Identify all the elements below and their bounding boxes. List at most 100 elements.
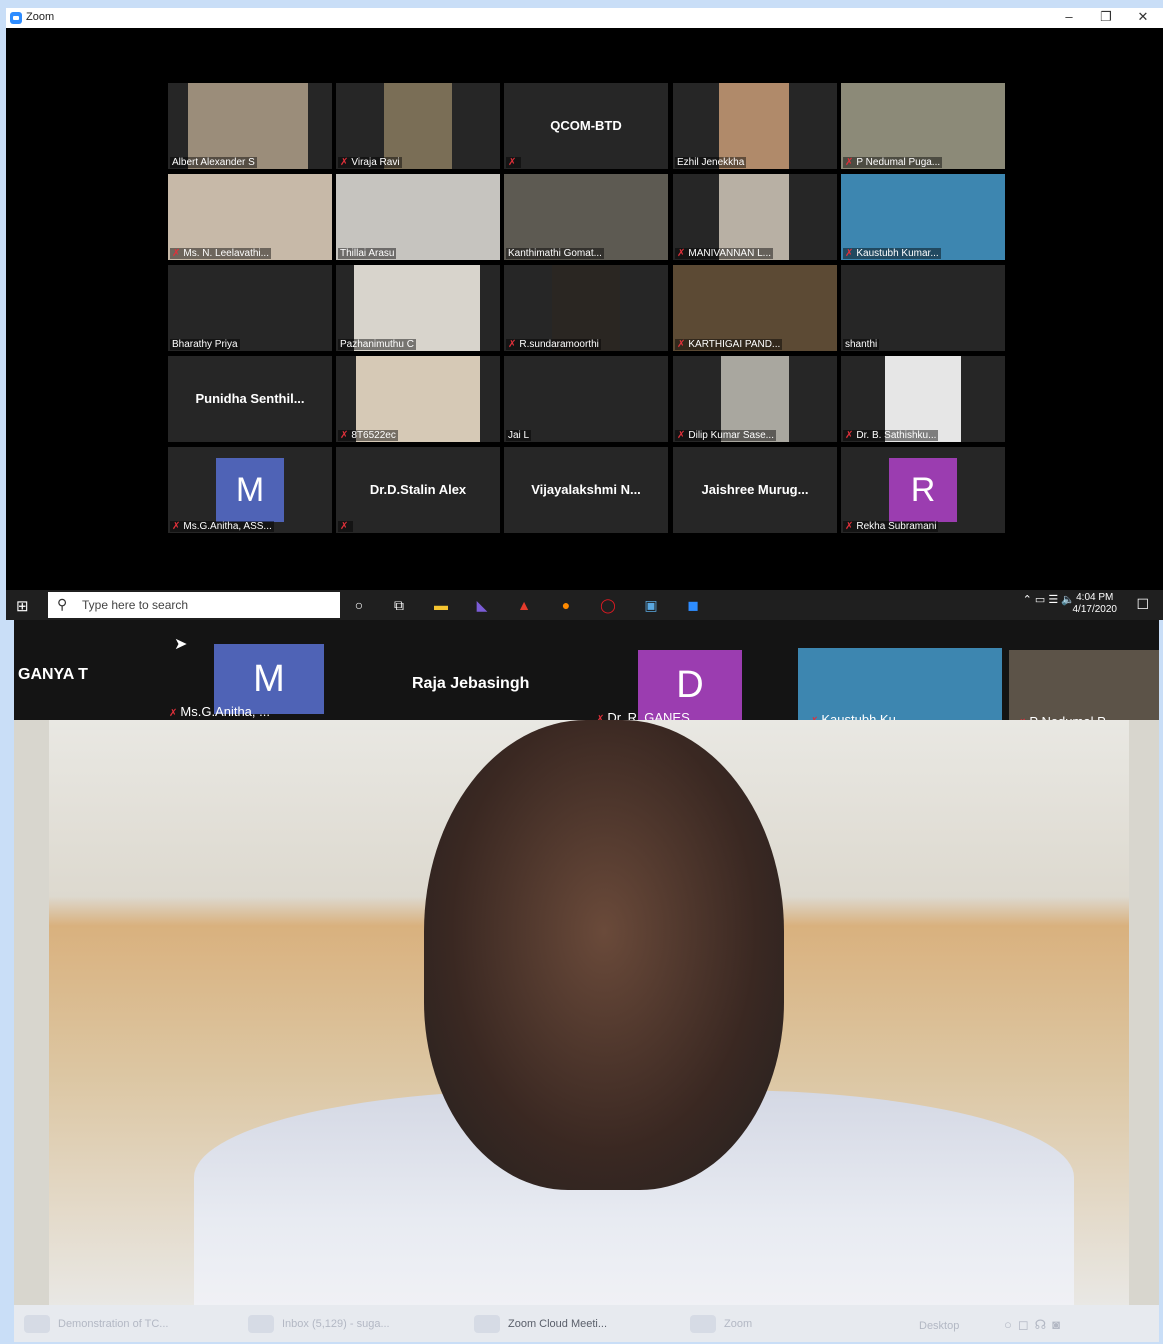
participant-tile[interactable]: Ezhil Jenekkha	[673, 83, 837, 169]
muted-mic-icon: ✗	[340, 157, 349, 168]
participant-tile[interactable]: Dr.D.Stalin Alex ✗	[336, 447, 500, 533]
muted-mic-icon: ✗	[508, 157, 517, 168]
taskbar-search-input[interactable]: ⚲ Type here to search	[48, 592, 340, 618]
speaker-view-photo: GANYA T M ✗ Ms.G.Anitha, ... Raja Jebasin…	[14, 620, 1159, 1308]
search-icon: ⚲	[57, 596, 68, 612]
participant-name-center: Punidha Senthil...	[195, 391, 305, 406]
muted-mic-icon: ✗	[845, 430, 854, 441]
muted-mic-icon: ✗	[172, 521, 181, 532]
participant-label: Jai L	[506, 430, 532, 441]
app-icon	[24, 1315, 50, 1333]
participant-label: ✗ Ms. N. Leelavathi...	[170, 248, 271, 259]
windows-taskbar: ⊞ ⚲ Type here to search ○ ⧉ ▬ ◣ ▲ ● ◯ ▣ …	[6, 590, 1163, 620]
participant-tile[interactable]: ✗ R.sundaramoorthi	[504, 265, 668, 351]
participant-label: ✗ 8T6522ec	[338, 430, 398, 441]
app-icon[interactable]: ▣	[641, 595, 661, 615]
strip-name-raja: Raja Jebasingh	[412, 675, 530, 692]
cortana-icon[interactable]: ○	[349, 595, 369, 615]
strip-label-anitha: ✗ Ms.G.Anitha, ...	[169, 704, 270, 719]
participant-tile[interactable]: Pazhanimuthu C	[336, 265, 500, 351]
participant-name-center: Jaishree Murug...	[701, 482, 809, 497]
participant-avatar: M	[216, 458, 284, 522]
muted-mic-icon: ✗	[169, 708, 178, 719]
firefox-icon[interactable]: ●	[556, 595, 576, 615]
system-tray-icons[interactable]: ⌃ ▭ ☰ 🔈	[1023, 593, 1075, 606]
participant-label: Albert Alexander S	[170, 157, 257, 168]
muted-mic-icon: ✗	[172, 248, 181, 259]
participant-name-center: Vijayalakshmi N...	[531, 482, 641, 497]
muted-mic-icon: ✗	[845, 248, 854, 259]
strip-video-nedumal	[1009, 650, 1159, 720]
participant-tile[interactable]: Jaishree Murug...	[673, 447, 837, 533]
photo-taskbar-item: Zoom Cloud Meeti...	[468, 1312, 673, 1336]
participant-tile[interactable]: Vijayalakshmi N...	[504, 447, 668, 533]
participant-tile[interactable]: ✗ 8T6522ec	[336, 356, 500, 442]
participant-name-center: Dr.D.Stalin Alex	[369, 482, 467, 497]
participant-label: ✗ Rekha Subramani	[843, 521, 939, 532]
participant-tile[interactable]: ✗ MANIVANNAN L...	[673, 174, 837, 260]
photo-taskbar: Demonstration of TC... Inbox (5,129) - su…	[14, 1305, 1159, 1342]
notification-icon[interactable]: ☐	[1136, 596, 1149, 613]
participant-label: Bharathy Priya	[170, 339, 240, 350]
participant-label: ✗ P Nedumal Puga...	[843, 157, 943, 168]
muted-mic-icon: ✗	[677, 430, 686, 441]
participant-label: Kanthimathi Gomat...	[506, 248, 604, 259]
task-view-icon[interactable]: ⧉	[389, 595, 409, 615]
participant-strip: GANYA T M ✗ Ms.G.Anitha, ... Raja Jebasin…	[14, 620, 1159, 729]
photo-tray-icons: ○◻☊◙	[1004, 1317, 1067, 1332]
window-title: Zoom	[26, 11, 55, 23]
participant-tile[interactable]: M ✗ Ms.G.Anitha, ASS...	[168, 447, 332, 533]
participant-label: ✗ Viraja Ravi	[338, 157, 402, 168]
participant-tile[interactable]: ✗ P Nedumal Puga...	[841, 83, 1005, 169]
participant-tile[interactable]: ✗ KARTHIGAI PAND...	[673, 265, 837, 351]
participant-tile[interactable]: ✗ Kaustubh Kumar...	[841, 174, 1005, 260]
participant-tile[interactable]: Kanthimathi Gomat...	[504, 174, 668, 260]
photo-taskbar-item: Demonstration of TC...	[18, 1312, 228, 1336]
participant-tile[interactable]: R ✗ Rekha Subramani	[841, 447, 1005, 533]
restore-button[interactable]: ❐	[1091, 9, 1121, 25]
muted-mic-icon: ✗	[845, 157, 854, 168]
acrobat-icon[interactable]: ▲	[514, 595, 534, 615]
muted-mic-icon: ✗	[845, 521, 854, 532]
visual-studio-icon[interactable]: ◣	[472, 595, 492, 615]
participant-label: ✗ KARTHIGAI PAND...	[675, 339, 783, 350]
participant-tile[interactable]: Jai L	[504, 356, 668, 442]
participant-tile[interactable]: Albert Alexander S	[168, 83, 332, 169]
participant-tile[interactable]: ✗ Viraja Ravi	[336, 83, 500, 169]
desktop-label: Desktop	[919, 1320, 960, 1332]
participant-label: ✗	[338, 521, 354, 532]
strip-name-ganya: GANYA T	[18, 666, 88, 683]
participant-tile[interactable]: ✗ Dr. B. Sathishku...	[841, 356, 1005, 442]
mouse-cursor-icon: ➤	[174, 636, 188, 653]
participant-tile[interactable]: ✗ Dilip Kumar Sase...	[673, 356, 837, 442]
participant-tile[interactable]: ✗ Ms. N. Leelavathi...	[168, 174, 332, 260]
app-icon	[248, 1315, 274, 1333]
clock-time: 4:04 PM	[1076, 592, 1114, 603]
participant-label: ✗ R.sundaramoorthi	[506, 339, 601, 350]
close-button[interactable]: ✕	[1128, 9, 1158, 25]
search-placeholder: Type here to search	[82, 598, 189, 612]
windows-start-icon[interactable]: ⊞	[16, 597, 29, 615]
participant-label: ✗	[506, 157, 522, 168]
participant-label: ✗ MANIVANNAN L...	[675, 248, 773, 259]
app-icon	[690, 1315, 716, 1333]
minimize-button[interactable]: –	[1054, 9, 1084, 24]
clock[interactable]: 4:04 PM 4/17/2020	[1073, 592, 1118, 616]
opera-icon[interactable]: ◯	[598, 595, 618, 615]
participant-tile[interactable]: Punidha Senthil...	[168, 356, 332, 442]
speaker-face	[424, 720, 784, 1190]
participant-tile[interactable]: QCOM-BTD ✗	[504, 83, 668, 169]
participant-label: shanthi	[843, 339, 880, 350]
file-explorer-icon[interactable]: ▬	[431, 595, 451, 615]
participant-label: ✗ Dilip Kumar Sase...	[675, 430, 776, 441]
zoom-taskbar-icon[interactable]: ◼	[683, 595, 703, 615]
participant-tile[interactable]: shanthi	[841, 265, 1005, 351]
muted-mic-icon: ✗	[508, 339, 517, 350]
muted-mic-icon: ✗	[340, 521, 349, 532]
participant-tile[interactable]: Bharathy Priya	[168, 265, 332, 351]
participant-name-center: QCOM-BTD	[550, 118, 622, 133]
participant-avatar: R	[889, 458, 957, 522]
participant-tile[interactable]: Thillai Arasu	[336, 174, 500, 260]
participant-label: Thillai Arasu	[338, 248, 397, 259]
title-bar: Zoom – ❐ ✕	[6, 8, 1163, 28]
